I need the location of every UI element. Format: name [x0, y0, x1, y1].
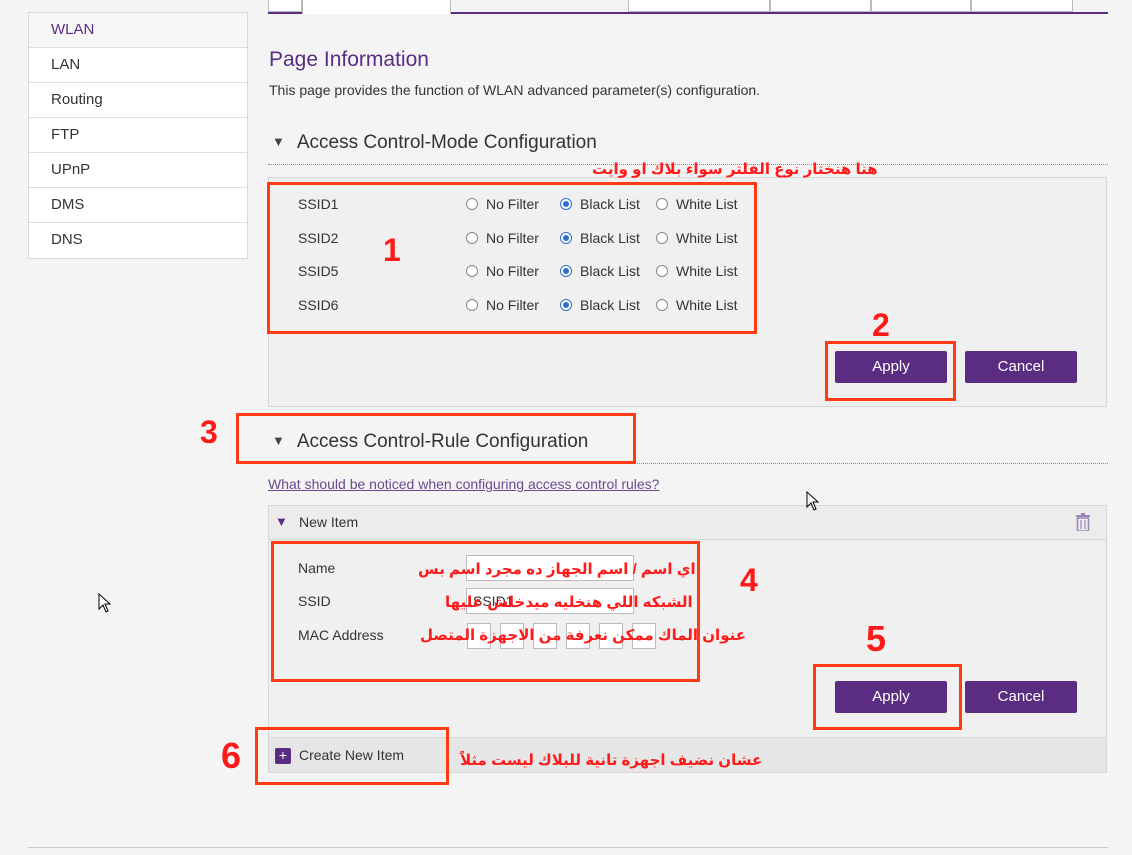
radio-black-list[interactable]: Black List [560, 230, 640, 246]
annotation-note-mac: عنوان الماك ممكن نعرفة من الاجهزة المتصل [420, 627, 746, 644]
rule-apply-button[interactable]: Apply [835, 681, 947, 713]
rule-section-header[interactable]: ▼ Access Control-Rule Configuration [272, 431, 588, 453]
mouse-cursor-icon [806, 491, 820, 511]
radio-icon[interactable] [466, 232, 478, 244]
tab[interactable] [770, 0, 871, 12]
radio-white-list[interactable]: White List [656, 297, 737, 313]
sidebar-item-wlan[interactable]: WLAN [29, 13, 247, 48]
radio-black-list[interactable]: Black List [560, 196, 640, 212]
annotation-number-1: 1 [383, 232, 401, 268]
mode-apply-button[interactable]: Apply [835, 351, 947, 383]
sidebar: WLAN LAN Routing FTP UPnP DMS DNS [28, 12, 248, 259]
radio-checked-icon[interactable] [560, 232, 572, 244]
mouse-cursor-icon [98, 593, 112, 613]
help-link[interactable]: What should be noticed when configuring … [268, 476, 659, 492]
mac-address-label: MAC Address [298, 627, 384, 643]
radio-white-list[interactable]: White List [656, 263, 737, 279]
sidebar-item-dms[interactable]: DMS [29, 188, 247, 223]
expand-triangle-icon: ▼ [275, 514, 288, 529]
radio-white-list[interactable]: White List [656, 196, 737, 212]
annotation-number-2: 2 [872, 307, 890, 343]
sidebar-item-upnp[interactable]: UPnP [29, 153, 247, 188]
page-description: This page provides the function of WLAN … [269, 82, 761, 98]
ssid-label: SSID2 [298, 230, 339, 246]
radio-white-list[interactable]: White List [656, 230, 737, 246]
tab-active[interactable] [302, 0, 451, 14]
radio-icon[interactable] [656, 265, 668, 277]
sidebar-item-dns[interactable]: DNS [29, 223, 247, 258]
tab[interactable] [871, 0, 971, 12]
radio-icon[interactable] [656, 299, 668, 311]
radio-icon[interactable] [656, 232, 668, 244]
tab[interactable] [628, 0, 770, 12]
radio-checked-icon[interactable] [560, 299, 572, 311]
ssid-label: SSID6 [298, 297, 339, 313]
collapse-triangle-icon: ▼ [272, 134, 285, 149]
annotation-note-ssid: الشبكه اللي هنخليه ميدخلش عليها [445, 594, 693, 611]
rule-cancel-button[interactable]: Cancel [965, 681, 1077, 713]
radio-icon[interactable] [466, 198, 478, 210]
divider [28, 847, 1108, 848]
mode-cancel-button[interactable]: Cancel [965, 351, 1077, 383]
rule-section-title: Access Control-Rule Configuration [296, 431, 589, 452]
annotation-note-filter: هنا هنختار نوع الفلتر سواء بلاك او وايت [592, 161, 878, 178]
radio-no-filter[interactable]: No Filter [466, 297, 539, 313]
ssid-label: SSID1 [298, 196, 339, 212]
ssid-label: SSID5 [298, 263, 339, 279]
radio-icon[interactable] [656, 198, 668, 210]
plus-icon[interactable]: + [275, 748, 291, 764]
sidebar-item-ftp[interactable]: FTP [29, 118, 247, 153]
sidebar-item-routing[interactable]: Routing [29, 83, 247, 118]
radio-no-filter[interactable]: No Filter [466, 230, 539, 246]
radio-checked-icon[interactable] [560, 265, 572, 277]
annotation-number-6: 6 [221, 735, 242, 776]
trash-icon[interactable] [1076, 513, 1090, 531]
mode-section-title: Access Control-Mode Configuration [296, 132, 597, 153]
annotation-number-4: 4 [740, 562, 758, 598]
radio-black-list[interactable]: Black List [560, 263, 640, 279]
sidebar-item-lan[interactable]: LAN [29, 48, 247, 83]
divider [268, 463, 1108, 464]
annotation-number-5: 5 [866, 618, 887, 659]
collapse-triangle-icon: ▼ [272, 433, 285, 448]
annotation-note-name: اي اسم / اسم الجهاز ده مجرد اسم بس [418, 561, 696, 578]
annotation-note-create: عشان نضيف اجهزة تانية للبلاك ليست مثلاً [460, 752, 763, 769]
name-label: Name [298, 560, 336, 576]
tab[interactable] [268, 0, 302, 12]
new-item-label: New Item [299, 514, 359, 530]
radio-icon[interactable] [466, 299, 478, 311]
radio-black-list[interactable]: Black List [560, 297, 640, 313]
mode-section-header[interactable]: ▼ Access Control-Mode Configuration [272, 132, 597, 154]
new-item-header[interactable]: ▼ New Item [268, 505, 1107, 540]
tab[interactable] [971, 0, 1073, 12]
radio-icon[interactable] [466, 265, 478, 277]
ssid-field-label: SSID [298, 593, 331, 609]
annotation-number-3: 3 [200, 414, 218, 450]
radio-checked-icon[interactable] [560, 198, 572, 210]
create-new-item-label[interactable]: Create New Item [299, 747, 404, 763]
radio-no-filter[interactable]: No Filter [466, 263, 539, 279]
page-title: Page Information [269, 48, 429, 71]
top-tabs [268, 0, 1108, 14]
radio-no-filter[interactable]: No Filter [466, 196, 539, 212]
